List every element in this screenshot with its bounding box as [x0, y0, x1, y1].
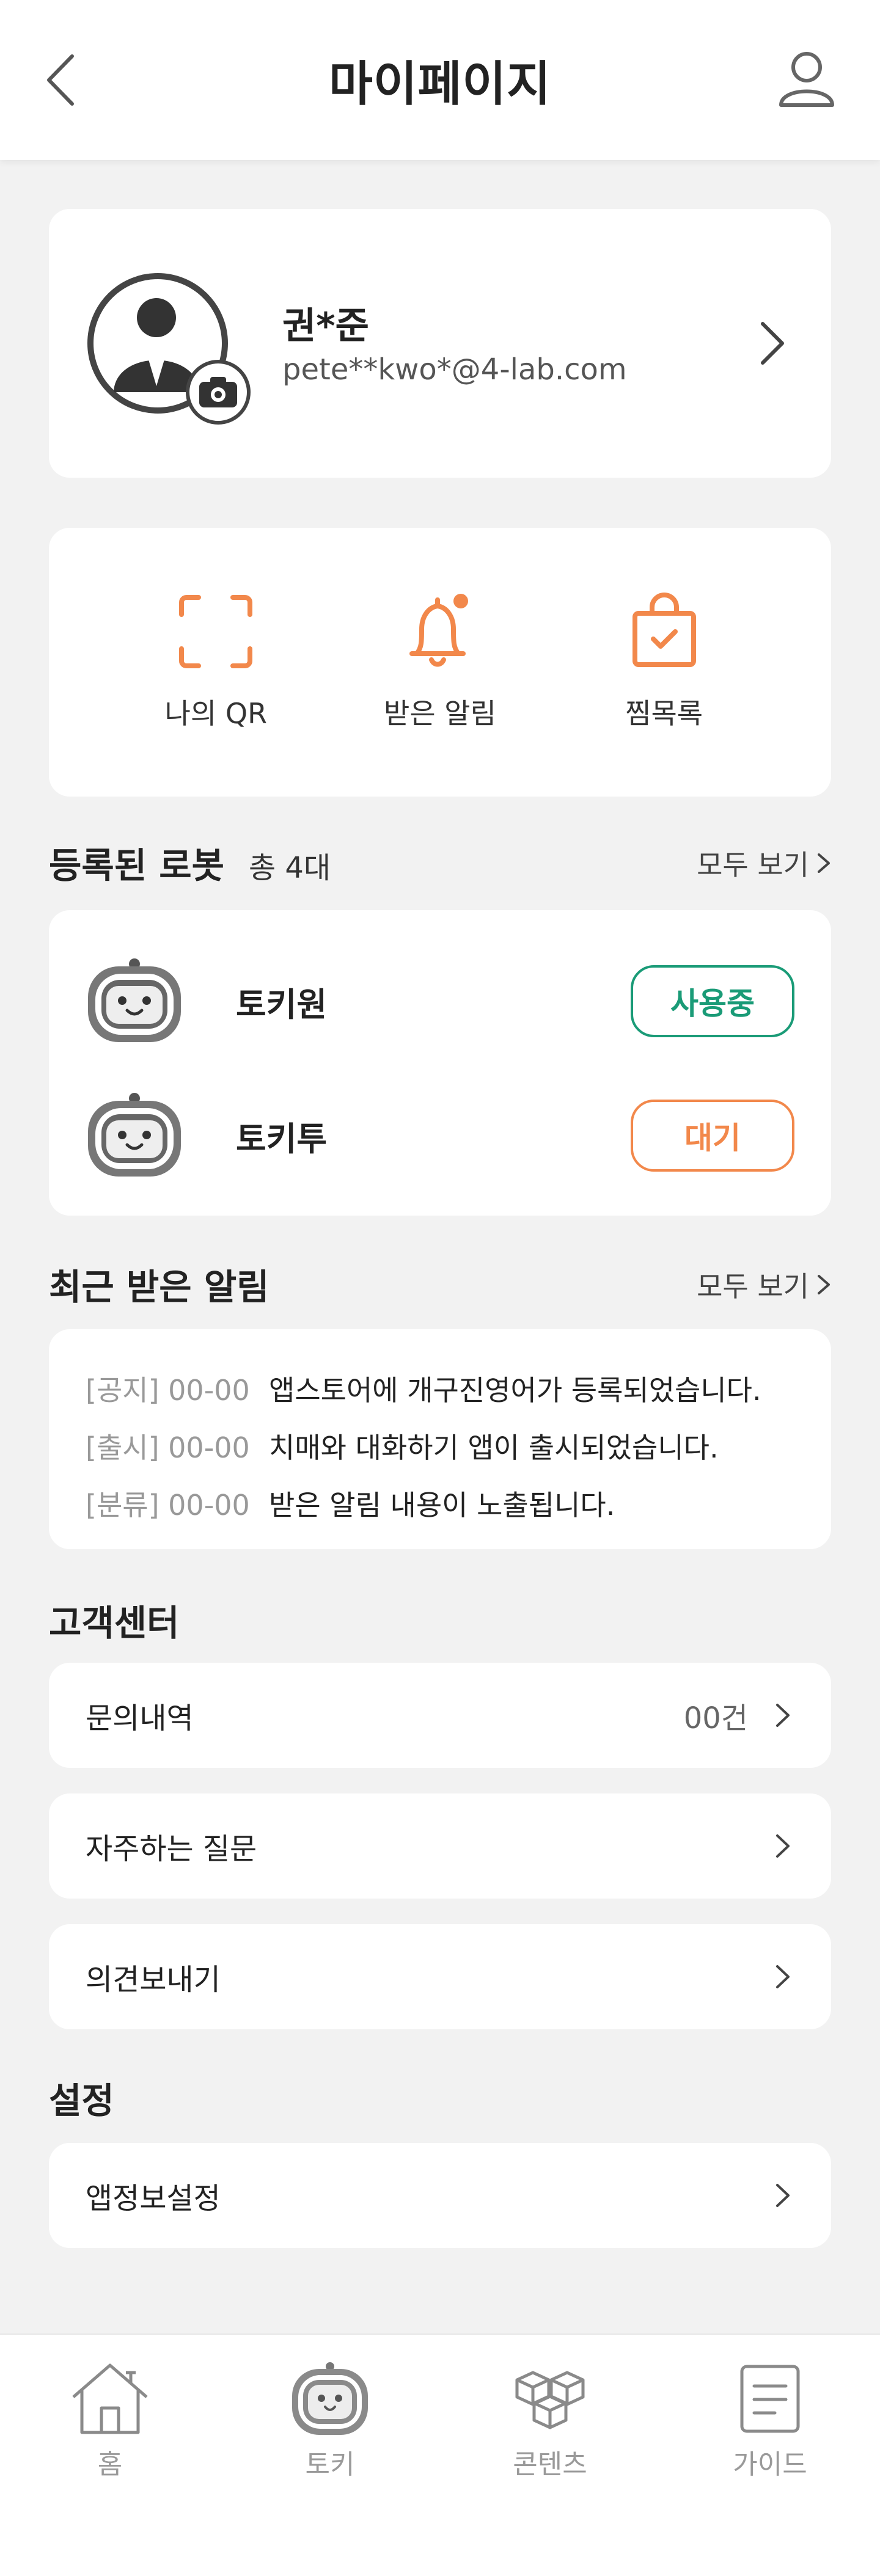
notices-card: [공지] 00-00 앱스토어에 개구진영어가 등록되었습니다. [출시] 00…: [49, 1329, 831, 1549]
notices-see-all-link[interactable]: 모두 보기: [697, 1264, 831, 1305]
chevron-left-icon[interactable]: [43, 53, 86, 108]
see-all-label: 모두 보기: [697, 1270, 809, 1303]
notice-tag: [출시] 00-00: [86, 1431, 250, 1464]
quick-item-label: 나의 QR: [164, 697, 268, 730]
robot-status-badge[interactable]: 사용중: [631, 965, 794, 1037]
quick-menu: 나의 QR 받은 알림 찜목록: [49, 528, 831, 797]
tab-guide[interactable]: 가이드: [660, 2335, 880, 2576]
camera-icon[interactable]: [185, 359, 252, 426]
quick-item-label: 찜목록: [625, 697, 703, 730]
tab-toki[interactable]: 토키: [220, 2335, 440, 2576]
home-icon: [72, 2363, 148, 2434]
notice-text: 치매와 대화하기 앱이 출시되었습니다.: [269, 1431, 719, 1464]
shopping-bag-check-icon: [622, 589, 707, 674]
tab-label: 콘텐츠: [513, 2449, 587, 2480]
chevron-right-icon: [818, 853, 830, 873]
document-icon: [740, 2365, 800, 2433]
chevron-right-icon: [818, 1275, 830, 1294]
robot-icon: [292, 2362, 368, 2435]
quick-item-label: 받은 알림: [384, 697, 496, 730]
notice-item[interactable]: [분류] 00-00 받은 알림 내용이 노출됩니다.: [86, 1475, 831, 1532]
notices-section-title: 최근 받은 알림: [49, 1266, 270, 1308]
qr-scan-icon: [173, 589, 258, 674]
robot-name: 토키원: [236, 985, 328, 1024]
tab-label: 홈: [97, 2449, 123, 2480]
top-app-bar: 마이페이지: [0, 0, 880, 160]
tab-label: 토키: [305, 2449, 355, 2480]
profile-card[interactable]: 권*준 pete**kwo*@4-lab.com: [49, 209, 831, 478]
chevron-right-icon: [776, 1834, 790, 1858]
robots-card: 토키원 사용중 토키투 대기: [49, 910, 831, 1216]
list-item-label: 앱정보설정: [86, 2181, 221, 2216]
chevron-right-icon[interactable]: [754, 319, 791, 368]
notice-tag: [공지] 00-00: [86, 1374, 250, 1407]
chevron-right-icon: [776, 2184, 790, 2207]
page-title: 마이페이지: [329, 57, 551, 112]
notice-item[interactable]: [공지] 00-00 앱스토어에 개구진영어가 등록되었습니다.: [86, 1360, 831, 1417]
app-info-settings-item[interactable]: 앱정보설정: [49, 2143, 831, 2248]
robots-count: 총 4대: [249, 851, 331, 885]
list-item-label: 문의내역: [86, 1701, 194, 1735]
inquiry-count: 00건: [683, 1701, 748, 1735]
robots-see-all-link[interactable]: 모두 보기: [697, 843, 831, 883]
robot-icon: [84, 1089, 185, 1180]
robots-title: 등록된 로봇: [49, 845, 224, 886]
profile-email: pete**kwo*@4-lab.com: [282, 352, 627, 387]
robot-item[interactable]: 토키투 대기: [49, 1069, 831, 1191]
send-feedback-item[interactable]: 의견보내기: [49, 1924, 831, 2029]
tab-home[interactable]: 홈: [0, 2335, 220, 2576]
bell-icon: [397, 589, 483, 674]
robot-name: 토키투: [236, 1120, 328, 1158]
robot-status-badge[interactable]: 대기: [631, 1100, 794, 1172]
tab-label: 가이드: [733, 2449, 807, 2480]
quick-item-wishlist[interactable]: 찜목록: [573, 528, 756, 797]
robot-item[interactable]: 토키원 사용중: [49, 935, 831, 1057]
support-section-title: 고객센터: [49, 1602, 180, 1644]
tab-contents[interactable]: 콘텐츠: [440, 2335, 660, 2576]
chevron-right-icon: [776, 1704, 790, 1727]
inquiry-history-item[interactable]: 문의내역 00건: [49, 1663, 831, 1768]
settings-section-title: 설정: [49, 2080, 114, 2122]
notice-item[interactable]: [출시] 00-00 치매와 대화하기 앱이 출시되었습니다.: [86, 1417, 831, 1475]
notice-text: 받은 알림 내용이 노출됩니다.: [269, 1489, 615, 1522]
notice-text: 앱스토어에 개구진영어가 등록되었습니다.: [269, 1374, 761, 1407]
notice-tag: [분류] 00-00: [86, 1489, 250, 1522]
user-icon[interactable]: [776, 49, 837, 110]
list-item-label: 자주하는 질문: [86, 1832, 257, 1866]
chevron-right-icon: [776, 1965, 790, 1988]
quick-item-qr[interactable]: 나의 QR: [124, 528, 307, 797]
bottom-tab-bar: 홈 토키 콘텐츠 가이드: [0, 2333, 880, 2576]
cubes-icon: [515, 2371, 585, 2429]
faq-item[interactable]: 자주하는 질문: [49, 1793, 831, 1899]
see-all-label: 모두 보기: [697, 848, 809, 881]
quick-item-notifications[interactable]: 받은 알림: [348, 528, 532, 797]
robot-icon: [84, 954, 185, 1046]
list-item-label: 의견보내기: [86, 1963, 221, 1997]
profile-name: 권*준: [282, 305, 369, 348]
robots-section-title: 등록된 로봇 총 4대: [49, 837, 331, 888]
